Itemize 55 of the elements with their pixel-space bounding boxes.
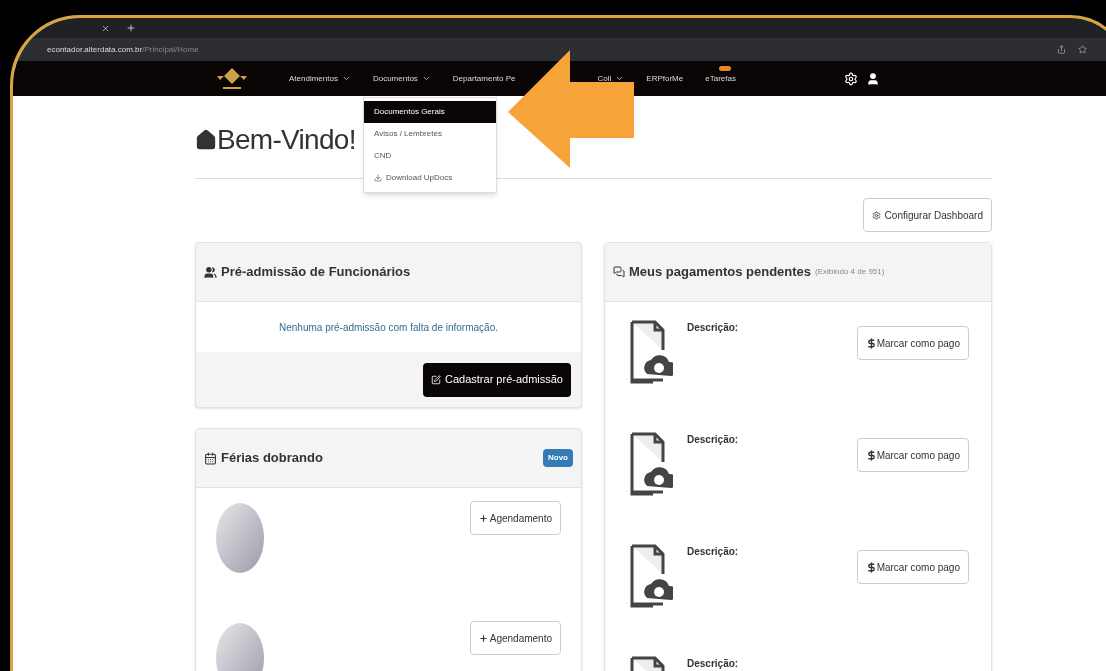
configure-dashboard-button[interactable]: Configurar Dashboard (862, 198, 992, 232)
plus-icon (478, 633, 488, 643)
panel-title: Férias dobrando (221, 449, 323, 468)
dollar-icon (865, 561, 877, 573)
dollar-icon (865, 337, 877, 349)
gear-icon (871, 210, 881, 220)
document-money-icon (629, 320, 673, 384)
description-label: Descrição: (687, 657, 739, 671)
user-icon[interactable] (865, 71, 880, 86)
mark-paid-button[interactable]: Marcar como pago (856, 326, 969, 360)
dropdown-item[interactable]: Download UpDocs (364, 167, 496, 189)
mark-paid-button[interactable]: Marcar como pago (856, 550, 969, 584)
info-message: Nenhuma pré-admissão com falta de informação. (279, 320, 498, 335)
dollar-icon (865, 449, 877, 461)
register-pre-admission-button[interactable]: Cadastrar pré-admissão (423, 362, 571, 397)
logo-icon[interactable] (215, 65, 249, 92)
dropdown-item[interactable]: Documentos Gerais (364, 101, 496, 123)
panel-subtitle: (Exibindo 4 de 951) (815, 266, 885, 278)
dropdown-item[interactable]: CND (364, 145, 496, 167)
nav-link[interactable]: Departamento Pe (452, 72, 516, 85)
nav-link[interactable]: eTarefas (705, 72, 736, 85)
schedule-button[interactable]: Agendamento (469, 621, 561, 655)
caret-icon (341, 74, 351, 83)
star-icon[interactable] (1078, 45, 1087, 54)
description-label: Descrição: (687, 545, 739, 559)
share-icon[interactable] (1057, 45, 1066, 54)
document-money-icon (629, 432, 673, 496)
calendar-icon (204, 451, 217, 465)
dropdown-item[interactable]: Avisos / Lembretes (364, 123, 496, 145)
caret-icon (421, 74, 431, 83)
panel-title: Pré-admissão de Funcionários (221, 263, 411, 282)
document-money-icon (629, 544, 673, 608)
users-icon (204, 265, 217, 279)
description-label: Descrição: (687, 321, 739, 335)
home-icon (195, 129, 217, 151)
new-indicator (719, 65, 732, 71)
url-text[interactable]: econtador.alterdata.com.br/Principal/Home (47, 43, 199, 56)
caret-icon (615, 74, 625, 83)
settings-icon[interactable] (843, 71, 858, 86)
nav-link[interactable]: Coli (597, 72, 625, 85)
chat-icon (613, 266, 625, 278)
download-icon (374, 174, 382, 182)
mark-paid-button[interactable]: Marcar como pago (856, 438, 969, 472)
close-icon[interactable] (101, 23, 110, 33)
nav-link[interactable]: Documentos (372, 72, 431, 85)
edit-icon (431, 374, 441, 385)
schedule-button[interactable]: Agendamento (469, 501, 561, 535)
nav-link[interactable]: Atendimentos (289, 72, 351, 85)
new-tab-icon[interactable] (126, 23, 136, 33)
nav-link[interactable]: ERPforMe (646, 72, 684, 85)
new-badge: Novo (543, 449, 573, 467)
description-label: Descrição: (687, 433, 739, 447)
plus-icon (478, 513, 488, 523)
page-title: Bem-Vindo! (217, 123, 356, 157)
panel-title: Meus pagamentos pendentes (629, 263, 812, 282)
